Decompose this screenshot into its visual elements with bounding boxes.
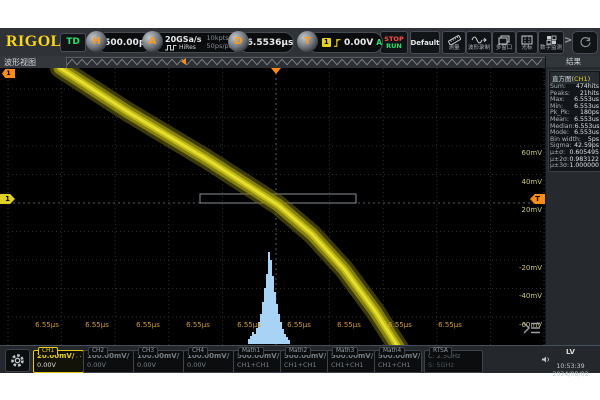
histogram-bar xyxy=(256,328,258,344)
histogram-bar xyxy=(284,334,286,344)
trigger-readout[interactable]: 1 0.00V A xyxy=(307,32,383,53)
channel-box-ch3[interactable]: CH3 100.00mV/ 0.00V xyxy=(133,350,184,373)
histogram-bar xyxy=(270,260,272,344)
histogram-bar xyxy=(276,304,278,344)
dc-coupling-icon xyxy=(76,354,77,360)
acquire-knob[interactable]: A xyxy=(142,31,163,52)
histogram-bar xyxy=(286,337,288,344)
clock-date: 2024/08/02 xyxy=(542,371,599,379)
square-wave-icon xyxy=(165,44,177,51)
run-stop-button[interactable]: STOP RUN xyxy=(380,31,408,54)
circular-arrows-icon xyxy=(579,36,592,49)
ruler-icon xyxy=(448,35,461,45)
histogram-bar xyxy=(254,334,256,344)
self-cal-button[interactable] xyxy=(572,31,598,54)
histogram-bar xyxy=(250,336,252,344)
view-tab-row: 波形视图 xyxy=(0,56,600,68)
histogram-bar xyxy=(260,314,262,344)
trigger-sweep-badge: A xyxy=(376,38,382,47)
cursor-icon xyxy=(521,35,533,45)
trigger-knob[interactable]: T xyxy=(297,31,318,52)
measure-button[interactable]: 测量 xyxy=(442,31,466,54)
stat-row: μ±3σ:1.000000 xyxy=(550,163,599,170)
math-box-math3[interactable]: Math3 500.00mV/ CH1+CH1 xyxy=(327,350,375,373)
status-label: LV xyxy=(542,348,599,363)
tab-waveform-view[interactable]: 波形视图 xyxy=(4,57,36,68)
histogram-bar xyxy=(282,329,284,344)
rtsa-box[interactable]: RTSA C: 2.5GHz S: 5GHz xyxy=(424,350,483,373)
channel-status-bar: CH1 20.00mV/ 0.00VCH2 100.00mV/ 0.00VCH3… xyxy=(0,345,600,373)
math-box-math4[interactable]: Math4 500.00mV/ CH1+CH1 xyxy=(374,350,422,373)
histogram-bar xyxy=(266,274,268,344)
histogram-statistics: Sum:474hitsPeaks:21hitsMax:6.553usMin:6.… xyxy=(550,84,599,170)
clock-time: 10:53:39 xyxy=(542,363,599,371)
histogram-bar xyxy=(278,314,280,344)
channel-box-ch1[interactable]: CH1 20.00mV/ 0.00V xyxy=(33,350,84,373)
math-box-math1[interactable]: Math1 500.00mV/ CH1+CH1 xyxy=(233,350,281,373)
y-axis-label: 20mV xyxy=(508,206,542,214)
histogram-bar xyxy=(264,288,266,344)
x-axis-label: 6.55μs xyxy=(131,321,165,329)
digital-monitor-icon xyxy=(546,35,557,45)
gear-icon xyxy=(10,353,25,368)
histogram-bar xyxy=(274,292,276,344)
multi-window-button[interactable]: 多窗口 xyxy=(492,31,516,54)
overview-waveform xyxy=(67,58,543,66)
wave-record-icon xyxy=(471,35,487,45)
system-status-box[interactable]: LV 10:53:39 2024/08/02 xyxy=(542,348,599,371)
ch1-trace xyxy=(60,68,400,345)
histogram-bar xyxy=(248,339,250,344)
x-axis-label: 6.55μs xyxy=(80,321,114,329)
waveform-plot-area[interactable]: 60mV40mV20mV-20mV-40mV-60mV 6.55μs6.55μs… xyxy=(0,68,545,345)
x-axis-label: 6.55μs xyxy=(232,321,266,329)
trigger-source-badge: 1 xyxy=(322,38,331,47)
trigger-status-badge: TD xyxy=(60,33,86,52)
top-toolbar: RIGOL TD 500.00ps/ H 20GSa/s HiRes 10kpt… xyxy=(0,28,600,57)
y-axis-label: 60mV xyxy=(508,149,542,157)
waveform-record-button[interactable]: 波形录制 xyxy=(466,31,492,54)
waveform-canvas xyxy=(0,68,545,345)
cursor-button[interactable]: 光标 xyxy=(516,31,538,54)
sound-icon xyxy=(542,356,550,363)
histogram-bar xyxy=(272,276,274,344)
x-axis-label: 6.55μs xyxy=(282,321,316,329)
lock-icon xyxy=(80,353,81,360)
channel-box-ch4[interactable]: CH4 100.00mV/ 0.00V xyxy=(183,350,234,373)
results-header: 结果 xyxy=(546,56,600,67)
x-axis-label: 6.55μs xyxy=(383,321,417,329)
histogram-bar xyxy=(252,332,254,344)
default-button[interactable]: Default xyxy=(410,31,440,54)
y-axis-label: -40mV xyxy=(508,292,542,300)
math-box-math2[interactable]: Math2 500.00mV/ CH1+CH1 xyxy=(280,350,328,373)
histogram-bar xyxy=(268,252,270,344)
y-axis-label: 40mV xyxy=(508,178,542,186)
multi-window-icon xyxy=(498,35,510,45)
x-axis-label: 6.55μs xyxy=(433,321,467,329)
oscilloscope-display: RIGOL TD 500.00ps/ H 20GSa/s HiRes 10kpt… xyxy=(0,28,600,372)
rigol-logo: RIGOL xyxy=(6,33,62,51)
settings-button[interactable] xyxy=(5,349,30,372)
y-axis-label: -20mV xyxy=(508,264,542,272)
menu-expand-icon[interactable] xyxy=(521,320,543,336)
rising-edge-icon xyxy=(333,37,342,48)
results-sidebar: 结果 直方图(CH1) Sum:474hitsPeaks:21hitsMax:6… xyxy=(545,56,600,345)
histogram-bar xyxy=(288,340,290,344)
delay-knob[interactable]: D xyxy=(228,31,249,52)
horizontal-knob[interactable]: H xyxy=(86,31,107,52)
channel-box-ch2[interactable]: CH2 100.00mV/ 0.00V xyxy=(83,350,134,373)
x-axis-label: 6.55μs xyxy=(332,321,366,329)
x-axis-label: 6.55μs xyxy=(181,321,215,329)
digital-monitor-button[interactable]: 数字监测 xyxy=(538,31,564,54)
histogram-result-panel[interactable]: 直方图(CH1) Sum:474hitsPeaks:21hitsMax:6.55… xyxy=(548,70,600,172)
rigol-oscilloscope-screen: { "toolbar": { "logo": "RIGOL", "status_… xyxy=(0,0,600,400)
x-axis-label: 6.55μs xyxy=(30,321,64,329)
